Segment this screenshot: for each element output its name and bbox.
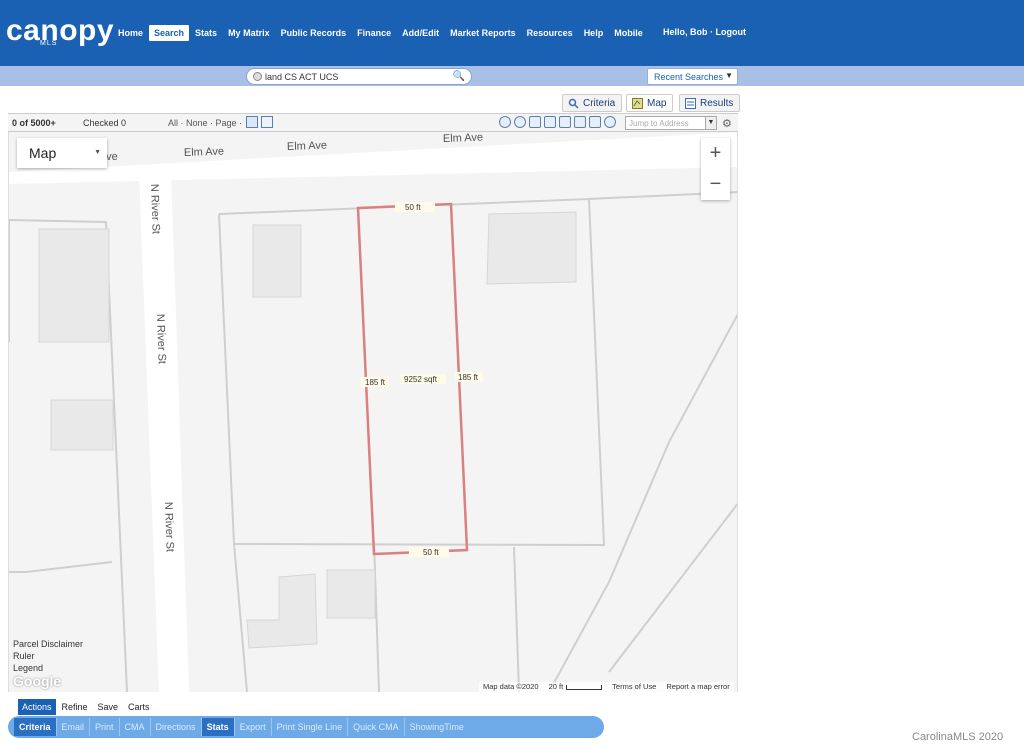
crosshair-icon[interactable] bbox=[604, 116, 616, 128]
zoom-out-button[interactable]: − bbox=[701, 169, 730, 200]
email-button[interactable]: Email bbox=[57, 718, 91, 736]
street-label-elm-3: Elm Ave bbox=[443, 132, 484, 145]
action-tabs: Actions Refine Save Carts bbox=[18, 699, 154, 715]
street-label-river-3: N River St bbox=[162, 502, 176, 553]
nav-stats[interactable]: Stats bbox=[190, 25, 222, 41]
list-icon bbox=[685, 98, 696, 109]
tab-results[interactable]: Results bbox=[679, 94, 741, 112]
result-count: 0 of 5000+ bbox=[12, 118, 56, 128]
zoom-in-button[interactable]: + bbox=[701, 138, 730, 169]
ruler-link[interactable]: Ruler bbox=[13, 650, 83, 662]
rectangle-tool-icon[interactable] bbox=[529, 116, 541, 128]
nav-help[interactable]: Help bbox=[579, 25, 609, 41]
freehand-tool-icon[interactable] bbox=[559, 116, 571, 128]
nav-resources[interactable]: Resources bbox=[522, 25, 578, 41]
results-toolbar: 0 of 5000+ Checked 0 All · None · Page ·… bbox=[8, 113, 738, 132]
parcel-top-length: 50 ft bbox=[405, 203, 421, 212]
search-icon[interactable]: 🔍 bbox=[453, 71, 465, 82]
print-button[interactable]: Print bbox=[90, 718, 120, 736]
tab-criteria-label: Criteria bbox=[583, 98, 616, 109]
map-attribution: Map data ©2020 20 ft Terms of Use Report… bbox=[479, 682, 734, 692]
radius-tool-icon[interactable] bbox=[514, 116, 526, 128]
map-view[interactable]: 50 ft 185 ft 9252 sqft 185 ft 50 ft Ave … bbox=[8, 132, 738, 692]
quick-cma-button[interactable]: Quick CMA bbox=[348, 718, 405, 736]
map-icon bbox=[632, 98, 643, 109]
deselect-tool-icon[interactable] bbox=[261, 116, 273, 128]
parcel-bottom-length: 50 ft bbox=[423, 548, 439, 557]
action-tab-actions[interactable]: Actions bbox=[18, 699, 56, 715]
polygon-tool-icon[interactable] bbox=[544, 116, 556, 128]
nav-home[interactable]: Home bbox=[113, 25, 148, 41]
gear-icon[interactable]: ⚙ bbox=[722, 117, 732, 130]
circle-tool-icon[interactable] bbox=[499, 116, 511, 128]
main-nav: Home Search Stats My Matrix Public Records Fi… bbox=[113, 24, 649, 42]
selection-links[interactable]: All · None · Page · bbox=[168, 118, 242, 128]
showingtime-button[interactable]: ShowingTime bbox=[405, 718, 469, 736]
export-button[interactable]: Export bbox=[235, 718, 272, 736]
search-input[interactable]: land CS ACT UCS 🔍 bbox=[246, 68, 472, 85]
map-scale: 20 ft bbox=[549, 682, 603, 692]
street-label-elm-1: Elm Ave bbox=[184, 146, 225, 159]
bus-icon[interactable] bbox=[589, 116, 601, 128]
map-type-label: Map bbox=[29, 145, 57, 161]
chevron-down-icon: ▼ bbox=[94, 149, 101, 156]
street-label-river-1: N River St bbox=[148, 184, 162, 235]
map-data-text: Map data ©2020 bbox=[483, 682, 539, 691]
logo-subtitle: MLS bbox=[40, 40, 58, 47]
directions-button[interactable]: Directions bbox=[151, 718, 202, 736]
nav-my-matrix[interactable]: My Matrix bbox=[223, 25, 275, 41]
select-tool-icon[interactable] bbox=[246, 116, 258, 128]
user-greeting[interactable]: Hello, Bob · Logout bbox=[663, 27, 746, 37]
copyright-text: CarolinaMLS 2020 bbox=[912, 731, 1004, 743]
search-strip bbox=[0, 66, 1024, 86]
top-navigation-bar: canopy MLS Home Search Stats My Matrix Publi… bbox=[0, 0, 1024, 66]
tab-criteria[interactable]: Criteria bbox=[562, 94, 623, 112]
parcel-area: 9252 sqft bbox=[404, 375, 438, 384]
action-tab-save[interactable]: Save bbox=[94, 699, 123, 715]
nav-public-records[interactable]: Public Records bbox=[276, 25, 352, 41]
tab-results-label: Results bbox=[700, 98, 734, 109]
nav-finance[interactable]: Finance bbox=[352, 25, 396, 41]
recent-searches-dropdown[interactable]: Recent Searches ▼ bbox=[647, 68, 738, 85]
map-canvas: 50 ft 185 ft 9252 sqft 185 ft 50 ft Ave … bbox=[9, 132, 737, 692]
tab-map-label: Map bbox=[647, 98, 667, 109]
report-map-error-link[interactable]: Report a map error bbox=[666, 682, 729, 692]
search-type-icon bbox=[253, 72, 262, 81]
action-tab-carts[interactable]: Carts bbox=[124, 699, 154, 715]
jump-to-address-input[interactable]: Jump to Address bbox=[625, 116, 717, 130]
google-logo: Google bbox=[13, 673, 62, 689]
print-single-line-button[interactable]: Print Single Line bbox=[272, 718, 349, 736]
chevron-down-icon: ▼ bbox=[725, 71, 733, 80]
map-legend-links: Parcel Disclaimer Ruler Legend bbox=[13, 638, 83, 674]
pen-tool-icon[interactable] bbox=[574, 116, 586, 128]
tab-map[interactable]: Map bbox=[626, 94, 674, 112]
jump-dropdown-icon[interactable]: ▼ bbox=[705, 116, 717, 130]
action-tab-refine[interactable]: Refine bbox=[58, 699, 92, 715]
search-query: land CS ACT UCS bbox=[265, 72, 339, 82]
stats-button[interactable]: Stats bbox=[201, 718, 235, 736]
terms-of-use-link[interactable]: Terms of Use bbox=[612, 682, 656, 692]
nav-market-reports[interactable]: Market Reports bbox=[445, 25, 521, 41]
nav-search[interactable]: Search bbox=[149, 25, 190, 41]
parcel-right-length: 185 ft bbox=[458, 373, 479, 382]
magnifier-icon bbox=[568, 98, 579, 109]
action-button-bar: Criteria Email Print CMA Directions Stats Expo… bbox=[8, 716, 604, 738]
street-label-elm-2: Elm Ave bbox=[287, 140, 328, 153]
map-type-selector[interactable]: Map ▼ bbox=[17, 138, 107, 168]
nav-add-edit[interactable]: Add/Edit bbox=[397, 25, 444, 41]
cma-button[interactable]: CMA bbox=[120, 718, 151, 736]
map-tools bbox=[499, 116, 616, 128]
zoom-controls: + − bbox=[701, 138, 730, 200]
recent-searches-label: Recent Searches bbox=[654, 72, 724, 82]
parcel-left-length: 185 ft bbox=[365, 378, 386, 387]
parcel-disclaimer-link[interactable]: Parcel Disclaimer bbox=[13, 638, 83, 650]
street-label-river-2: N River St bbox=[154, 314, 168, 365]
criteria-button[interactable]: Criteria bbox=[14, 718, 57, 736]
nav-mobile[interactable]: Mobile bbox=[609, 25, 648, 41]
canopy-logo[interactable]: canopy bbox=[6, 14, 114, 48]
checked-count: Checked 0 bbox=[83, 118, 127, 128]
